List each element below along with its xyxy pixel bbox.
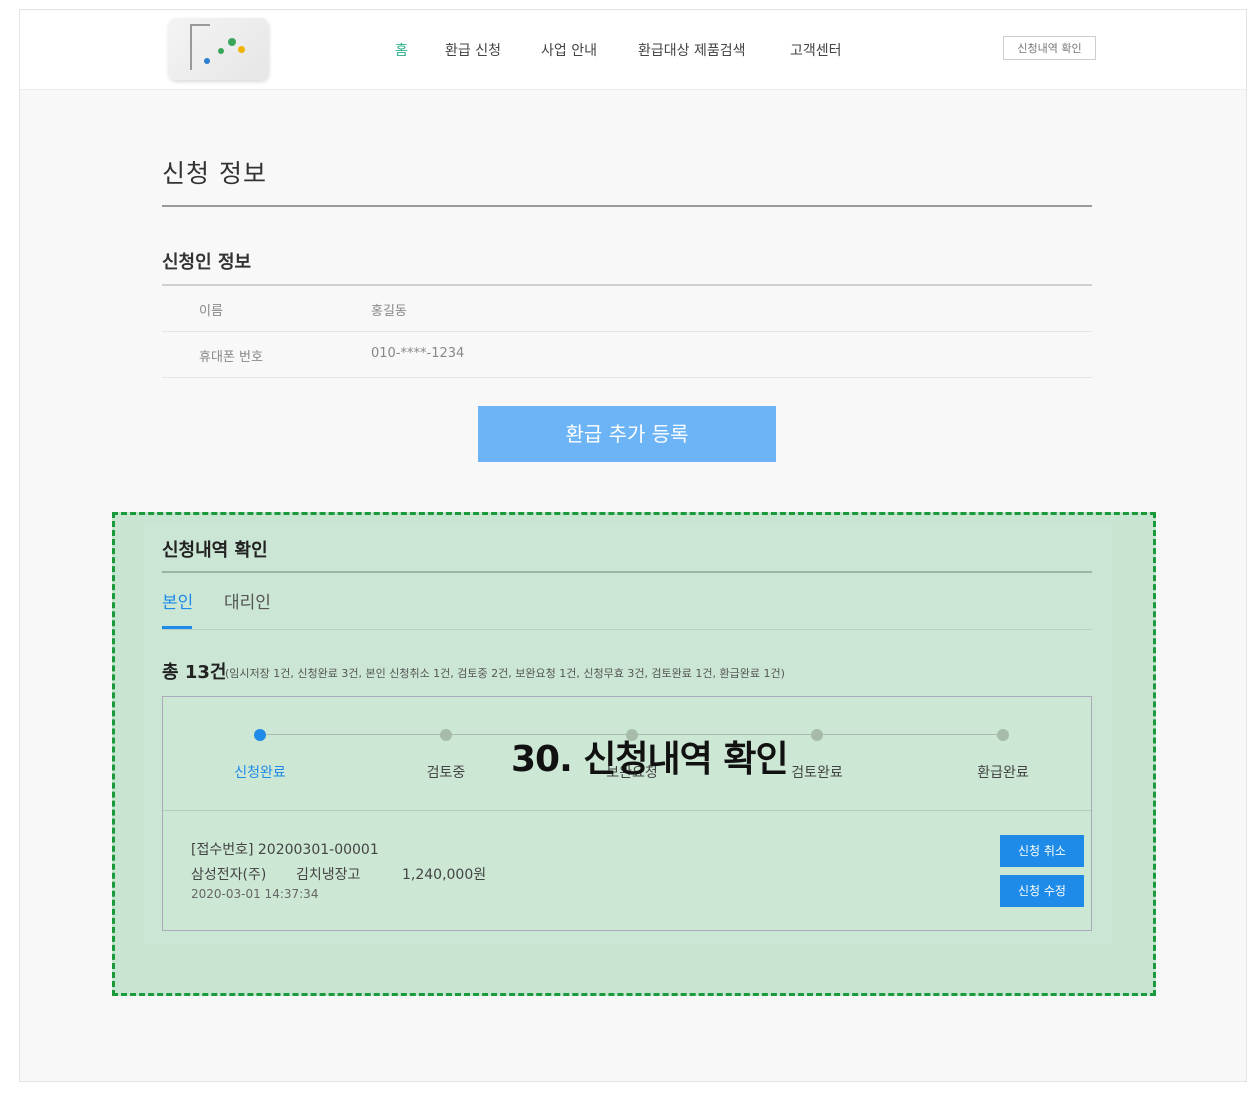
nav-product-search[interactable]: 환급대상 제품검색 [638, 40, 746, 60]
history-title: 신청내역 확인 [162, 540, 268, 561]
total-breakdown: (임시저장 1건, 신청완료 3건, 본인 신청취소 1건, 검토중 2건, 보… [225, 667, 785, 680]
record-product: 김치냉장고 [296, 867, 361, 883]
applicant-info-title: 신청인 정보 [162, 252, 252, 273]
card-divider [163, 810, 1091, 811]
nav-business-info[interactable]: 사업 안내 [541, 40, 597, 60]
info-value: 010-****-1234 [371, 346, 465, 361]
history-check-button[interactable]: 신청내역 확인 [1003, 36, 1096, 60]
nav-home[interactable]: 홈 [395, 40, 408, 60]
step-dot-icon [440, 729, 452, 741]
site-logo[interactable] [168, 18, 268, 80]
record-maker: 삼성전자(주) [191, 867, 267, 883]
tab-self[interactable]: 본인 [162, 588, 193, 613]
info-label: 휴대폰 번호 [199, 350, 263, 365]
tab-proxy[interactable]: 대리인 [224, 588, 271, 613]
nav-customer-center[interactable]: 고객센터 [790, 40, 842, 60]
record-datetime: 2020-03-01 14:37:34 [191, 887, 319, 901]
info-value: 홍길동 [371, 304, 407, 319]
annotation-label: 30. 신청내역 확인 [511, 739, 789, 780]
info-label: 이름 [199, 304, 223, 319]
step-dot-icon [254, 729, 266, 741]
total-count: 총 13건 [162, 662, 227, 683]
step-dot-icon [811, 729, 823, 741]
logo-dot-icon [204, 58, 210, 64]
step-label-applied: 신청완료 [234, 765, 286, 781]
step-dot-icon [997, 729, 1009, 741]
tab-divider [162, 629, 1092, 630]
nav-refund-apply[interactable]: 환급 신청 [445, 40, 501, 60]
step-label-reviewing: 검토중 [426, 765, 466, 781]
cancel-application-button[interactable]: 신청 취소 [1000, 835, 1084, 867]
title-divider [162, 205, 1092, 207]
add-refund-button[interactable]: 환급 추가 등록 [478, 406, 776, 462]
logo-dot-icon [228, 38, 236, 46]
logo-dot-icon [218, 48, 224, 54]
info-row-name: 이름 홍길동 [162, 286, 1092, 332]
step-label-refunded: 환급완료 [977, 765, 1029, 781]
info-row-phone: 휴대폰 번호 010-****-1234 [162, 332, 1092, 378]
record-amount: 1,240,000원 [402, 867, 487, 883]
edit-application-button[interactable]: 신청 수정 [1000, 875, 1084, 907]
history-divider [162, 571, 1092, 573]
logo-dot-icon [238, 46, 245, 53]
page-title: 신청 정보 [162, 159, 267, 188]
receipt-number: [접수번호] 20200301-00001 [191, 842, 379, 858]
